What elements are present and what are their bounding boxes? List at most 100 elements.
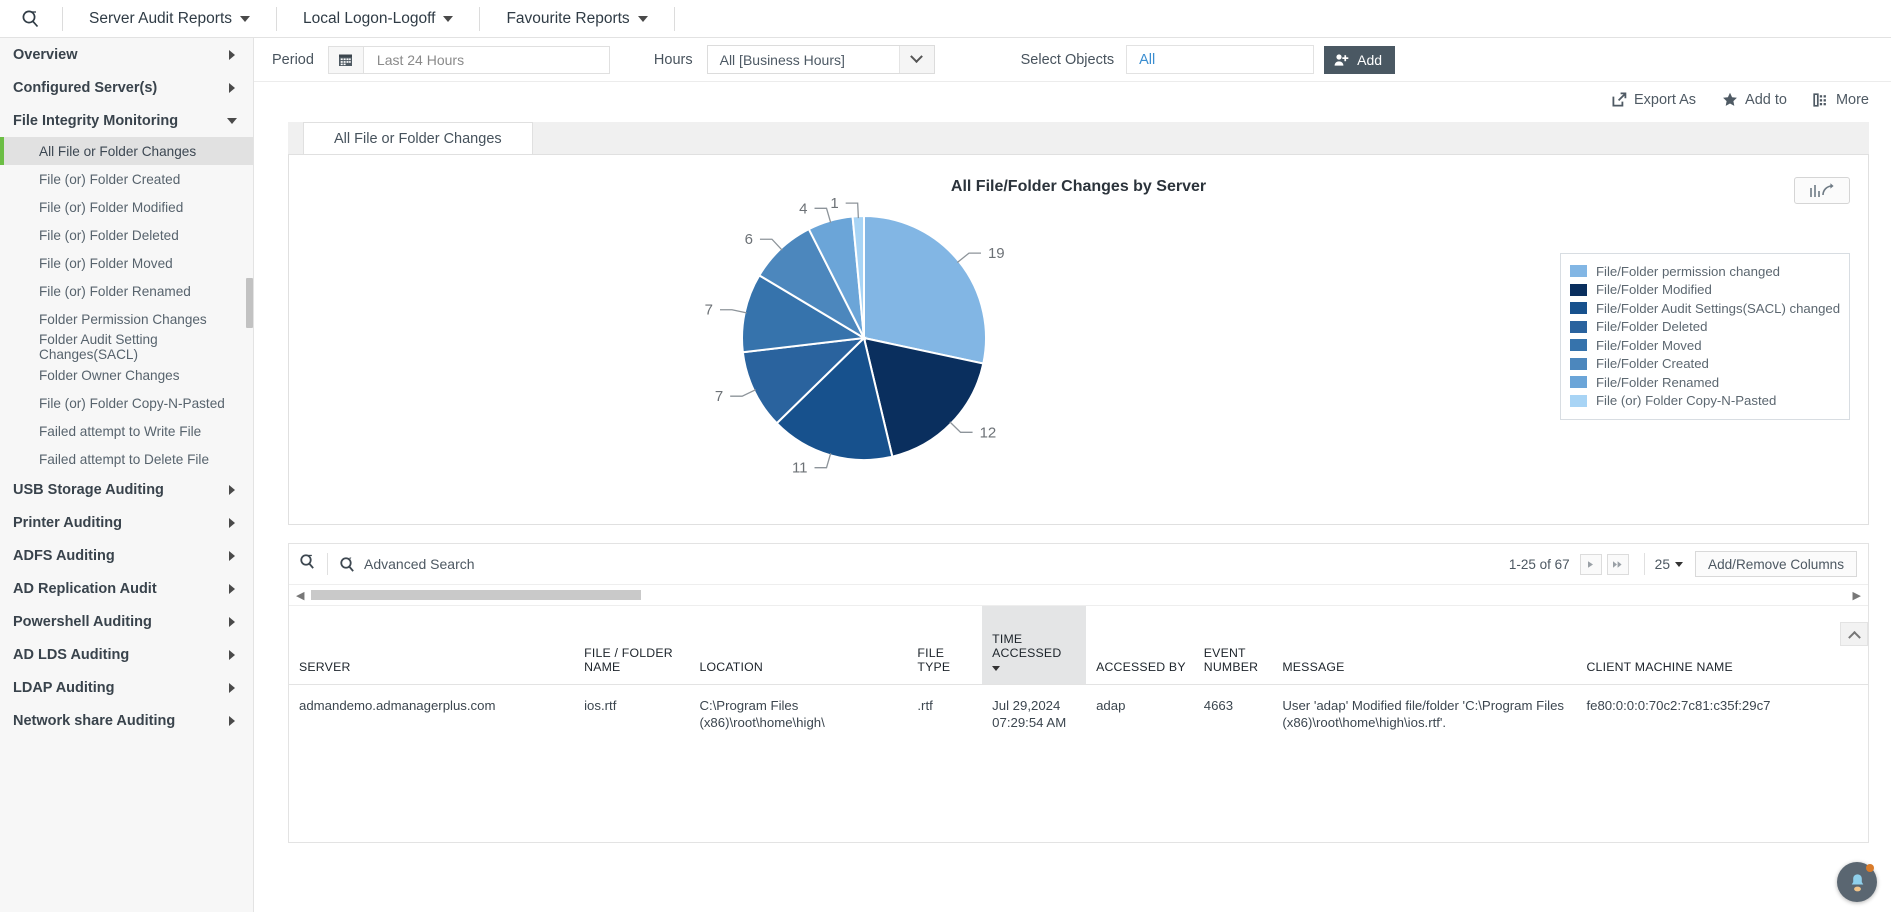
menu-label: Local Logon-Logoff <box>303 10 435 28</box>
sidebar-item-folder-permission-changes[interactable]: Folder Permission Changes <box>0 305 253 333</box>
legend-item[interactable]: File/Folder Modified <box>1570 281 1840 300</box>
sidebar-item-ad-lds-auditing[interactable]: AD LDS Auditing <box>0 638 253 671</box>
column-header-file-type[interactable]: FILE TYPE <box>907 606 982 684</box>
column-header-accessed-by[interactable]: ACCESSED BY <box>1086 606 1194 684</box>
column-header-server[interactable]: SERVER <box>289 606 574 684</box>
advanced-search-label: Advanced Search <box>364 556 475 572</box>
column-header-time-accessed[interactable]: TIME ACCESSED <box>982 606 1086 684</box>
sidebar-item-all-file-or-folder-changes[interactable]: All File or Folder Changes <box>0 137 253 165</box>
next-page-button[interactable] <box>1580 554 1602 575</box>
scroll-right-arrow[interactable]: ▶ <box>1853 589 1861 602</box>
hours-select[interactable]: All [Business Hours] <box>707 45 935 74</box>
cell-client-machine-name[interactable]: fe80:0:0:0:70c2:7c81:c35f:29c7 <box>1576 684 1829 744</box>
legend-swatch <box>1570 339 1587 351</box>
legend-item[interactable]: File/Folder Renamed <box>1570 373 1840 392</box>
legend-item[interactable]: File/Folder permission changed <box>1570 262 1840 281</box>
sidebar-item-file-folder-renamed[interactable]: File (or) Folder Renamed <box>0 277 253 305</box>
chevron-right-icon <box>229 683 235 693</box>
menu-favourite-reports[interactable]: Favourite Reports <box>480 0 673 38</box>
column-header-client-machine-name[interactable]: CLIENT MACHINE NAME <box>1576 606 1829 684</box>
sidebar-item-label: File (or) Folder Copy-N-Pasted <box>39 396 225 411</box>
period-input[interactable]: Last 24 Hours <box>364 46 610 74</box>
legend-swatch <box>1570 284 1587 296</box>
legend-item[interactable]: File/Folder Deleted <box>1570 318 1840 337</box>
column-header-message[interactable]: MESSAGE <box>1272 606 1576 684</box>
sidebar-item-file-integrity-monitoring[interactable]: File Integrity Monitoring <box>0 104 253 137</box>
add-remove-columns-button[interactable]: Add/Remove Columns <box>1695 551 1857 577</box>
add-button[interactable]: Add <box>1324 46 1395 74</box>
export-as-button[interactable]: Export As <box>1612 92 1696 108</box>
sidebar-item-adfs-auditing[interactable]: ADFS Auditing <box>0 539 253 572</box>
add-button-label: Add <box>1357 52 1382 68</box>
legend-item[interactable]: File/Folder Created <box>1570 355 1840 374</box>
menu-server-audit-reports[interactable]: Server Audit Reports <box>63 0 276 38</box>
legend-label: File/Folder Moved <box>1596 338 1702 353</box>
column-header-file-folder-name[interactable]: FILE / FOLDER NAME <box>574 606 689 684</box>
sidebar-item-printer-auditing[interactable]: Printer Auditing <box>0 506 253 539</box>
tab-all-file-or-folder-changes[interactable]: All File or Folder Changes <box>303 122 533 154</box>
add-to-label: Add to <box>1745 92 1787 108</box>
page-size-select[interactable]: 25 <box>1655 557 1683 572</box>
pie-data-label: 12 <box>980 424 997 441</box>
legend-swatch <box>1570 321 1587 333</box>
chart-type-toggle-button[interactable] <box>1794 177 1850 204</box>
table-scroll-up-button[interactable] <box>1840 622 1868 646</box>
calendar-icon[interactable] <box>328 46 364 74</box>
support-chat-button[interactable] <box>1837 862 1877 902</box>
legend-item[interactable]: File/Folder Audit Settings(SACL) changed <box>1570 299 1840 318</box>
sidebar-navigation: Overview Configured Server(s) File Integ… <box>0 38 254 912</box>
add-user-icon <box>1334 53 1350 67</box>
legend-item[interactable]: File/Folder Moved <box>1570 336 1840 355</box>
menu-local-logon-logoff[interactable]: Local Logon-Logoff <box>277 0 479 38</box>
sidebar-item-folder-audit-setting-changes-sacl[interactable]: Folder Audit Setting Changes(SACL) <box>0 333 253 361</box>
pie-data-label: 11 <box>792 460 808 477</box>
sidebar-item-label: Failed attempt to Delete File <box>39 452 209 467</box>
scrollbar-thumb[interactable] <box>311 590 641 600</box>
search-icon[interactable] <box>0 0 62 38</box>
sidebar-item-overview[interactable]: Overview <box>0 38 253 71</box>
sort-descending-icon <box>992 666 1000 671</box>
sidebar-item-file-folder-deleted[interactable]: File (or) Folder Deleted <box>0 221 253 249</box>
cell-event-number: 4663 <box>1194 684 1273 744</box>
add-to-button[interactable]: Add to <box>1722 92 1787 108</box>
divider <box>1644 553 1645 575</box>
chevron-down-icon <box>443 16 453 22</box>
advanced-search-button[interactable]: * Advanced Search <box>339 556 475 573</box>
chevron-down-icon <box>227 118 237 124</box>
search-icon[interactable] <box>299 553 316 575</box>
pagination-range: 1-25 of 67 <box>1509 557 1570 572</box>
sidebar-item-label: Powershell Auditing <box>13 614 152 630</box>
legend-label: File (or) Folder Copy-N-Pasted <box>1596 393 1776 408</box>
sidebar-item-folder-owner-changes[interactable]: Folder Owner Changes <box>0 361 253 389</box>
sidebar-item-file-folder-copy-n-pasted[interactable]: File (or) Folder Copy-N-Pasted <box>0 389 253 417</box>
sidebar-item-configured-servers[interactable]: Configured Server(s) <box>0 71 253 104</box>
sidebar-item-network-share-auditing[interactable]: Network share Auditing <box>0 704 253 737</box>
chevron-right-icon <box>229 485 235 495</box>
column-header-location[interactable]: LOCATION <box>689 606 907 684</box>
sidebar-item-file-folder-moved[interactable]: File (or) Folder Moved <box>0 249 253 277</box>
sidebar-item-ad-replication-audit[interactable]: AD Replication Audit <box>0 572 253 605</box>
last-page-button[interactable] <box>1607 554 1629 575</box>
more-button[interactable]: More <box>1813 92 1869 108</box>
sidebar-item-powershell-auditing[interactable]: Powershell Auditing <box>0 605 253 638</box>
table-row[interactable]: admandemo.admanagerplus.com ios.rtf C:\P… <box>289 684 1868 744</box>
select-objects-input[interactable]: All <box>1126 45 1314 74</box>
sidebar-item-file-folder-created[interactable]: File (or) Folder Created <box>0 165 253 193</box>
sidebar-scrollbar-thumb[interactable] <box>246 278 253 328</box>
sidebar-item-failed-attempt-to-write-file[interactable]: Failed attempt to Write File <box>0 417 253 445</box>
scroll-left-arrow[interactable]: ◀ <box>296 589 304 602</box>
sidebar-item-label: ADFS Auditing <box>13 548 115 564</box>
hours-value: All [Business Hours] <box>720 52 845 68</box>
sidebar-item-ldap-auditing[interactable]: LDAP Auditing <box>0 671 253 704</box>
chevron-down-icon[interactable] <box>899 46 934 73</box>
legend-swatch <box>1570 358 1587 370</box>
sidebar-item-file-folder-modified[interactable]: File (or) Folder Modified <box>0 193 253 221</box>
report-action-toolbar: Export As Add to More <box>254 82 1891 117</box>
cell-time-accessed: Jul 29,2024 07:29:54 AM <box>982 684 1086 744</box>
period-value: Last 24 Hours <box>377 52 464 68</box>
sidebar-item-failed-attempt-to-delete-file[interactable]: Failed attempt to Delete File <box>0 445 253 473</box>
table-horizontal-scrollbar[interactable]: ◀ ▶ <box>289 585 1868 606</box>
legend-item[interactable]: File (or) Folder Copy-N-Pasted <box>1570 392 1840 411</box>
column-header-event-number[interactable]: EVENT NUMBER <box>1194 606 1273 684</box>
sidebar-item-usb-storage-auditing[interactable]: USB Storage Auditing <box>0 473 253 506</box>
